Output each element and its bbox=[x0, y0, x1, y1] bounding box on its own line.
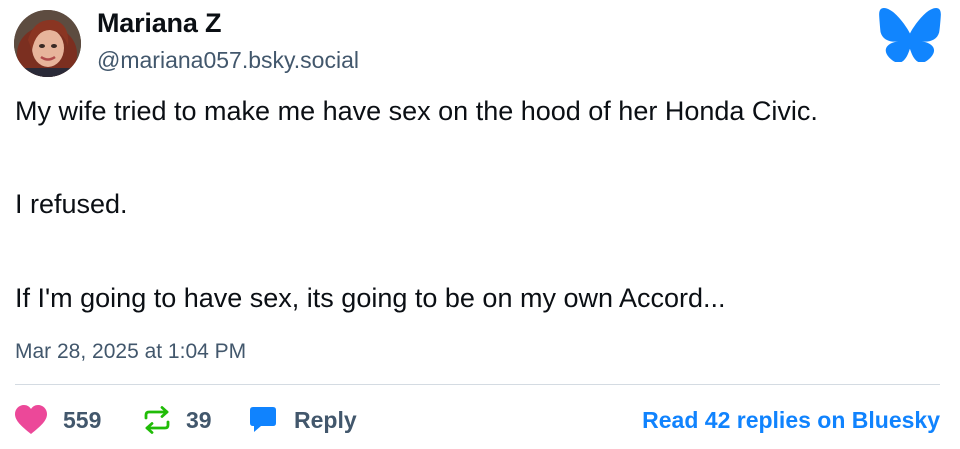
post-timestamp[interactable]: Mar 28, 2025 at 1:04 PM bbox=[15, 340, 246, 364]
like-button[interactable]: 559 bbox=[15, 400, 101, 440]
avatar[interactable] bbox=[14, 10, 81, 77]
author-display-name[interactable]: Mariana Z bbox=[97, 8, 221, 39]
reply-button[interactable]: Reply bbox=[249, 400, 357, 440]
post-text-line: I refused. bbox=[15, 189, 128, 219]
repost-count: 39 bbox=[186, 406, 212, 433]
divider bbox=[15, 384, 940, 385]
post-text-line: My wife tried to make me have sex on the… bbox=[15, 96, 818, 126]
heart-icon bbox=[15, 405, 47, 434]
post-actions-bar: 559 39 Reply Read 42 replies on Bluesky bbox=[15, 400, 940, 440]
like-count: 559 bbox=[63, 406, 102, 433]
read-replies-link[interactable]: Read 42 replies on Bluesky bbox=[642, 400, 940, 440]
bluesky-post-card: Mariana Z @mariana057.bsky.social My wif… bbox=[0, 0, 960, 449]
reply-label: Reply bbox=[294, 406, 357, 433]
reply-bubble-icon bbox=[250, 407, 276, 432]
avatar-image bbox=[14, 10, 81, 77]
author-handle[interactable]: @mariana057.bsky.social bbox=[97, 47, 359, 74]
bluesky-logo-svg bbox=[879, 8, 941, 63]
repost-button[interactable]: 39 bbox=[143, 400, 212, 440]
bluesky-butterfly-icon[interactable] bbox=[878, 8, 942, 63]
repost-icon bbox=[144, 406, 170, 434]
post-text-line: If I'm going to have sex, its going to b… bbox=[15, 283, 726, 313]
